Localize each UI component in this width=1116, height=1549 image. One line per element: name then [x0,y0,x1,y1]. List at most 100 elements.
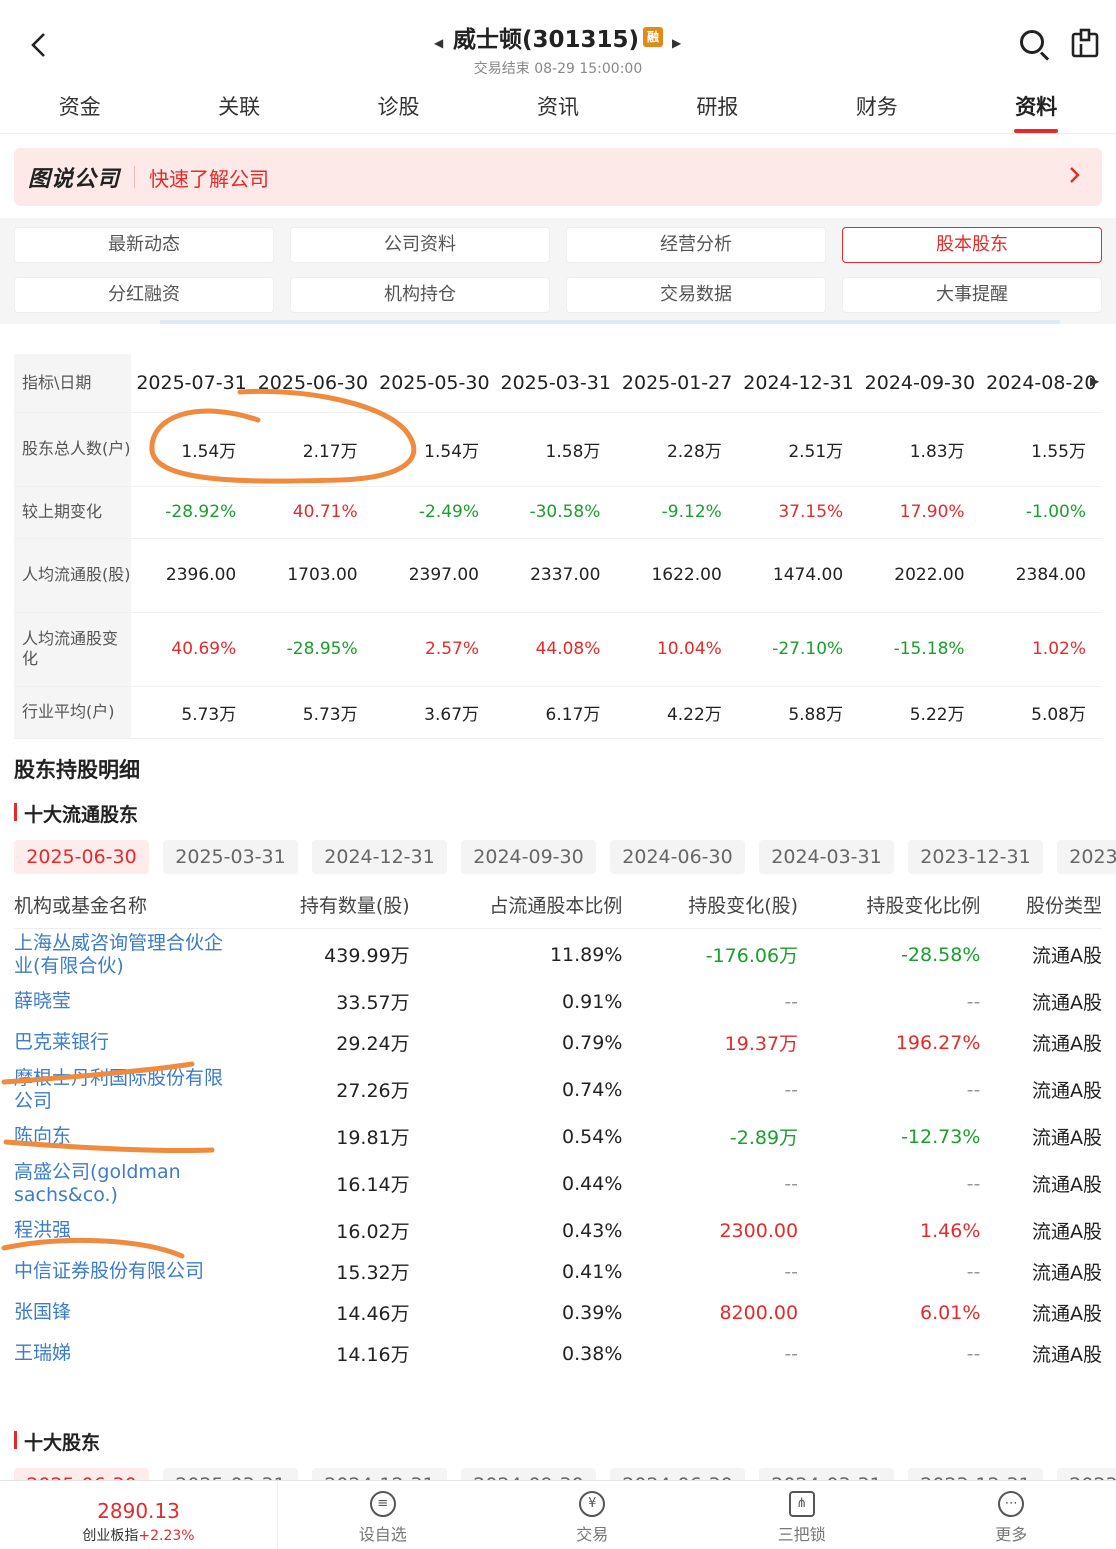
subnav-dividends[interactable]: 分红融资 [14,277,274,313]
holder-name-link[interactable]: 高盛公司(goldman sachs&co.) [14,1157,234,1210]
cell: 40.71% [252,486,374,539]
table-row[interactable]: 摩根士丹利国际股份有限公司 27.26万 0.74% -- -- 流通A股 [14,1063,1102,1116]
cell: 16.02万 [336,1221,410,1243]
trade-status: 交易结束 08-29 15:00:00 [473,61,643,77]
row-label: 股东总人数(户) [14,412,131,487]
holder-name-link[interactable]: 中信证券股份有限公司 [14,1251,234,1292]
date-tab[interactable]: 2024-06-30 [610,840,745,874]
subnav-latest[interactable]: 最新动态 [14,227,274,263]
table-row[interactable]: 薛晓莹 33.57万 0.91% -- -- 流通A股 [14,981,1102,1022]
cell: 流通A股 [1032,1080,1102,1102]
main-tabs: 资金 关联 诊股 资讯 研报 财务 资料 [0,84,1116,134]
table-row[interactable]: 张国锋 14.46万 0.39% 8200.00 6.01% 流通A股 [14,1292,1102,1333]
date-tab[interactable]: 2025-03-31 [163,1468,298,1480]
holder-name-link[interactable]: 王瑞娣 [14,1333,234,1374]
button-label: 交易 [576,1525,609,1544]
sub-nav: 最新动态 公司资料 经营分析 股本股东 分红融资 机构持仓 交易数据 大事提醒 [0,218,1116,324]
page-title: 威士顿(301315) [452,27,640,53]
cell: 19.81万 [336,1127,410,1149]
horizontal-scroll-indicator[interactable] [160,320,1060,324]
cell: 0.44% [562,1172,623,1195]
tab-diagnosis[interactable]: 诊股 [319,84,478,133]
tab-research[interactable]: 研报 [638,84,797,133]
holder-name-link[interactable]: 薛晓莹 [14,981,234,1022]
cell: 0.39% [562,1301,623,1324]
share-icon[interactable] [1070,28,1100,60]
cell: 1.46% [920,1219,981,1242]
date-tab[interactable]: 2024-12-31 [312,1468,447,1480]
date-tab[interactable]: 2024-12-31 [312,840,447,874]
search-icon[interactable] [1018,28,1050,61]
subnav-operations[interactable]: 经营分析 [566,227,826,263]
more-button[interactable]: ⋯ 更多 [907,1481,1116,1549]
cell: 439.99万 [324,945,410,968]
date-tab[interactable]: 2023-12-31 [908,1468,1043,1480]
cell: 15.32万 [336,1262,410,1284]
holder-name-link[interactable]: 陈向东 [14,1116,234,1157]
cell: -- [966,990,981,1013]
header-label: 指标\日期 [14,354,131,413]
index-value: 2890.13 [97,1499,180,1523]
table-row[interactable]: 王瑞娣 14.16万 0.38% -- -- 流通A股 [14,1333,1102,1374]
date-header: 2025-07-31 [130,354,253,413]
table-row[interactable]: 上海丛威咨询管理合伙企业(有限合伙) 439.99万 11.89% -176.0… [14,928,1102,981]
add-watchlist-button[interactable]: ≡ 设自选 [278,1481,488,1549]
date-tab[interactable]: 2023-12-31 [908,840,1043,874]
cell: 0.54% [562,1125,623,1148]
table-row[interactable]: 陈向东 19.81万 0.54% -2.89万 -12.73% 流通A股 [14,1116,1102,1157]
row-label: 人均流通股变化 [14,612,131,687]
cell: 1474.00 [737,538,860,613]
cell: -- [784,1342,799,1365]
subnav-company-info[interactable]: 公司资料 [290,227,550,263]
tab-finance[interactable]: 财务 [797,84,956,133]
column-header: 持有数量(股) [234,882,410,929]
subnav-institutions[interactable]: 机构持仓 [290,277,550,313]
date-tab[interactable]: 2024-09-30 [461,1468,596,1480]
date-tab[interactable]: 2024-03-31 [759,840,894,874]
date-tab[interactable]: 2024-09-30 [461,840,596,874]
triangle-right-icon[interactable]: ▶ [1090,374,1099,388]
cell: 流通A股 [1032,945,1102,968]
holder-name-link[interactable]: 上海丛威咨询管理合伙企业(有限合伙) [14,928,234,981]
table-row[interactable]: 程洪强 16.02万 0.43% 2300.00 1.46% 流通A股 [14,1210,1102,1251]
subnav-events[interactable]: 大事提醒 [842,277,1102,313]
holder-name-link[interactable]: 巴克莱银行 [14,1022,234,1063]
tab-related[interactable]: 关联 [159,84,318,133]
column-header: 股份类型 [980,882,1102,929]
cell: 14.46万 [336,1303,410,1325]
cell: -- [784,1260,799,1283]
cell: 0.43% [562,1219,623,1242]
date-tab[interactable]: 2025-06-30 [14,1468,149,1480]
date-header: 2024-08-20 [980,354,1102,413]
lock-icon: ⋔ [788,1491,815,1517]
date-tab[interactable]: 2024-06-30 [610,1468,745,1480]
cell: 44.08% [495,612,617,687]
cell: 流通A股 [1032,1344,1102,1366]
trade-button[interactable]: ¥ 交易 [488,1481,698,1549]
cell: 1.83万 [859,412,981,487]
three-locks-button[interactable]: ⋔ 三把锁 [697,1481,907,1549]
date-header: 2025-03-31 [495,354,617,413]
cell: 27.26万 [336,1080,410,1102]
tab-profile[interactable]: 资料 [957,84,1116,133]
table-row[interactable]: 中信证券股份有限公司 15.32万 0.41% -- -- 流通A股 [14,1251,1102,1292]
date-header: 2025-06-30 [252,354,374,413]
table-row[interactable]: 高盛公司(goldman sachs&co.) 16.14万 0.44% -- … [14,1157,1102,1210]
list-icon: ≡ [369,1491,396,1517]
holder-name-link[interactable]: 程洪强 [14,1210,234,1251]
date-tab[interactable]: 2025-03-31 [163,840,298,874]
company-banner[interactable]: 图说公司 快速了解公司 [14,148,1102,206]
table-row[interactable]: 巴克莱银行 29.24万 0.79% 19.37万 196.27% 流通A股 [14,1022,1102,1063]
subnav-trading[interactable]: 交易数据 [566,277,826,313]
triangle-right-icon[interactable]: ▶ [672,36,681,50]
date-tab[interactable]: 2025-06-30 [14,840,149,874]
holder-name-link[interactable]: 张国锋 [14,1292,234,1333]
date-tab[interactable]: 2024-03-31 [759,1468,894,1480]
date-tab[interactable]: 2023-09-30 [1057,1468,1116,1480]
tab-funds[interactable]: 资金 [0,84,159,133]
index-ticker[interactable]: 2890.13 创业板指+2.23% [0,1481,278,1549]
date-tab[interactable]: 2023-09-30 [1057,840,1116,874]
subnav-shareholders[interactable]: 股本股东 [842,227,1102,263]
holder-name-link[interactable]: 摩根士丹利国际股份有限公司 [14,1063,234,1116]
tab-news[interactable]: 资讯 [478,84,637,133]
